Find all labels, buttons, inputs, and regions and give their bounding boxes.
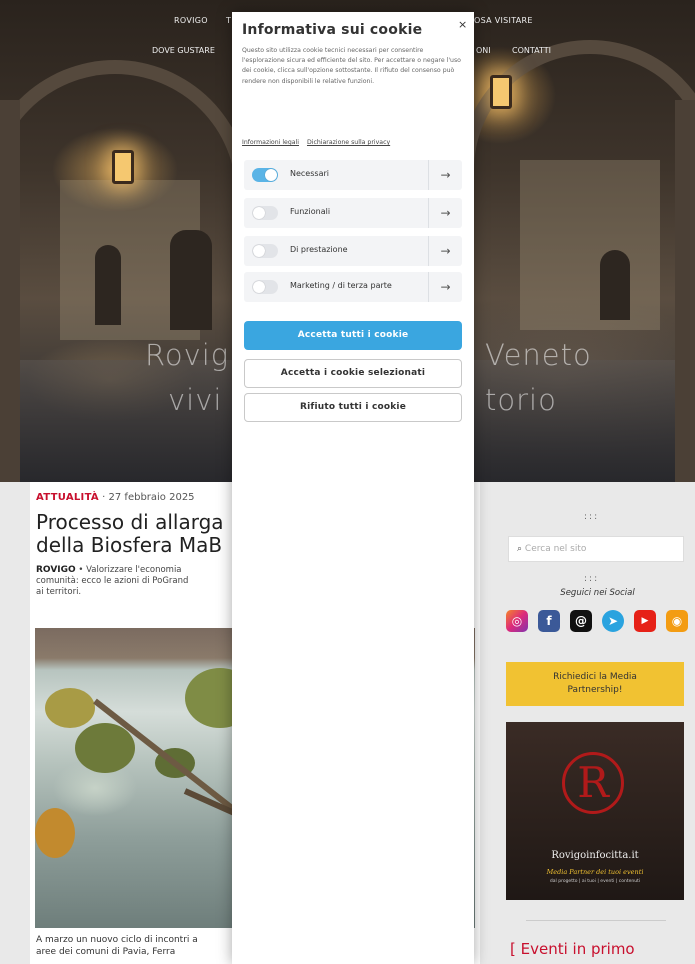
- threads-icon[interactable]: @: [570, 610, 592, 632]
- arrow-right-icon[interactable]: →: [428, 236, 462, 266]
- hero-tagline-1-left: Rovig: [145, 338, 230, 372]
- article-category[interactable]: ATTUALITÀ: [36, 492, 99, 503]
- rovigoinfocitta-banner[interactable]: R Rovigoinfocitta.it Media Partner dei t…: [506, 722, 684, 900]
- cookie-category-marketing: Marketing / di terza parte →: [244, 272, 462, 302]
- close-icon[interactable]: ×: [458, 18, 467, 31]
- toggle-prestazione[interactable]: [252, 244, 278, 258]
- cookie-links: Informazioni legali Dichiarazione sulla …: [242, 139, 396, 146]
- arrow-right-icon[interactable]: →: [428, 160, 462, 190]
- media-partnership-button[interactable]: Richiedici la Media Partnership!: [506, 662, 684, 706]
- toggle-marketing[interactable]: [252, 280, 278, 294]
- cookie-modal-title: Informativa sui cookie: [242, 22, 423, 38]
- arrow-right-icon[interactable]: →: [428, 272, 462, 302]
- hero-arch-left: [0, 60, 250, 480]
- nav-item-truncated-2[interactable]: ONI: [476, 46, 491, 55]
- lantern-icon: [112, 150, 134, 184]
- events-heading: [ Eventi in primo: [510, 940, 635, 958]
- media-partnership-label: Partnership!: [567, 685, 623, 695]
- facebook-icon[interactable]: f: [538, 610, 560, 632]
- reject-all-cookies-button[interactable]: Rifiuto tutti i cookie: [244, 393, 462, 422]
- cookie-category-funzionali: Funzionali →: [244, 198, 462, 228]
- toggle-necessari[interactable]: [252, 168, 278, 182]
- article-date: · 27 febbraio 2025: [102, 492, 195, 503]
- nav-item-rovigo[interactable]: ROVIGO: [174, 16, 208, 25]
- cookie-category-label: Necessari: [290, 169, 329, 178]
- article-lead-text: • Valorizzare l'economia: [75, 565, 182, 575]
- social-icons: ◎ f @ ➤ ▶ ◉: [506, 610, 690, 636]
- cookie-consent-modal: Informativa sui cookie × Questo sito uti…: [232, 12, 474, 964]
- search-icon: ⌕: [517, 544, 523, 554]
- hero-tagline-2-left: vivi: [168, 383, 223, 417]
- cookie-category-label: Funzionali: [290, 207, 331, 216]
- article-place: ROVIGO: [36, 565, 76, 575]
- legal-info-link[interactable]: Informazioni legali: [242, 139, 299, 146]
- banner-site-name: Rovigoinfocitta.it: [551, 850, 639, 861]
- youtube-icon[interactable]: ▶: [634, 610, 656, 632]
- cookie-category-prestazione: Di prestazione →: [244, 236, 462, 266]
- hero-tagline-1-right: Veneto: [485, 338, 592, 372]
- accept-selected-cookies-button[interactable]: Accetta i cookie selezionati: [244, 359, 462, 388]
- search-input[interactable]: ⌕ Cerca nel sito: [508, 536, 684, 562]
- nav-item-truncated[interactable]: T: [226, 16, 231, 25]
- arrow-right-icon[interactable]: →: [428, 198, 462, 228]
- hero-pillar: [675, 100, 695, 482]
- sidebar-separator: [526, 920, 666, 921]
- rovigoinfocitta-logo: R: [562, 752, 624, 814]
- cookie-modal-text: Questo sito utilizza cookie tecnici nece…: [242, 47, 461, 85]
- telegram-icon[interactable]: ➤: [602, 610, 624, 632]
- instagram-icon[interactable]: ◎: [506, 610, 528, 632]
- privacy-statement-link[interactable]: Dichiarazione sulla privacy: [307, 139, 390, 146]
- media-partnership-label: Richiedici la Media: [553, 672, 637, 682]
- sidebar: ::: ⌕ Cerca nel sito ::: Seguici nei Soc…: [500, 482, 695, 964]
- hero-tagline-2-right: torio: [485, 383, 557, 417]
- toggle-funzionali[interactable]: [252, 206, 278, 220]
- nav-item-cosa-visitare[interactable]: OSA VISITARE: [474, 16, 533, 25]
- sidebar-divider-dots: :::: [584, 512, 600, 522]
- cookie-category-label: Marketing / di terza parte: [290, 281, 392, 290]
- accept-all-cookies-button[interactable]: Accetta tutti i cookie: [244, 321, 462, 350]
- cookie-category-label: Di prestazione: [290, 245, 348, 254]
- sidebar-divider-dots: :::: [584, 574, 600, 584]
- banner-tagline: Media Partner dei tuoi eventi: [546, 868, 644, 876]
- cookie-category-necessari: Necessari →: [244, 160, 462, 190]
- search-placeholder: Cerca nel sito: [524, 544, 587, 554]
- lantern-icon: [490, 75, 512, 109]
- nav-item-contatti[interactable]: CONTATTI: [512, 46, 551, 55]
- banner-small-text: dal progetto | ai tuoi | eventi | conten…: [549, 879, 641, 884]
- hero-pillar: [0, 100, 20, 482]
- nav-item-dove-gustare[interactable]: DOVE GUSTARE: [152, 46, 215, 55]
- rss-icon[interactable]: ◉: [666, 610, 688, 632]
- social-title: Seguici nei Social: [560, 588, 635, 598]
